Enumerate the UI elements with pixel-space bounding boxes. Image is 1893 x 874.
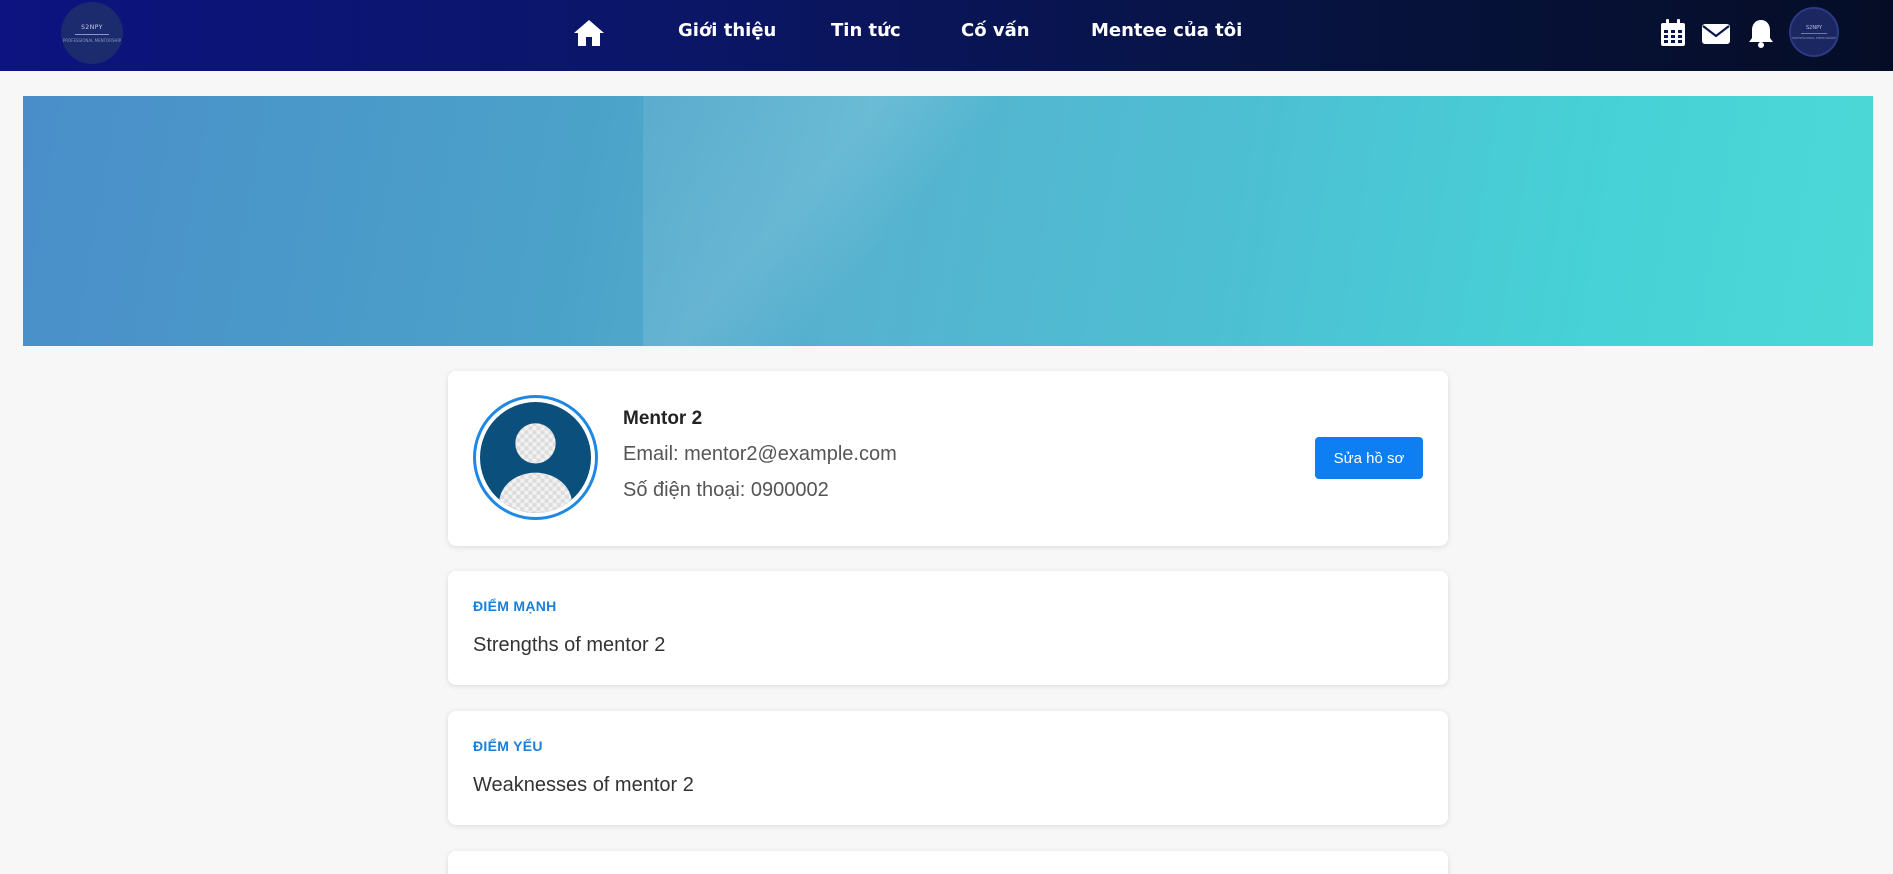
home-icon[interactable]: [572, 18, 606, 48]
weaknesses-text: Weaknesses of mentor 2: [473, 774, 694, 796]
profile-email: Email: mentor2@example.com: [623, 443, 897, 465]
next-section-card: [448, 851, 1448, 874]
mail-icon[interactable]: [1700, 17, 1732, 49]
bell-icon[interactable]: [1745, 17, 1777, 49]
weaknesses-card: ĐIỂM YẾU Weaknesses of mentor 2: [448, 711, 1448, 825]
top-navbar: S2NPY PROFESSIONAL MENTORSHIP Giới thiệu…: [0, 0, 1893, 71]
strengths-text: Strengths of mentor 2: [473, 634, 666, 656]
strengths-title: ĐIỂM MẠNH: [473, 598, 557, 614]
avatar-divider: [1801, 32, 1827, 34]
avatar-subtext: PROFESSIONAL MENTORSHIP: [1792, 35, 1836, 40]
weaknesses-title: ĐIỂM YẾU: [473, 738, 543, 754]
logo-subtext: PROFESSIONAL MENTORSHIP: [62, 37, 122, 43]
edit-profile-button[interactable]: Sửa hồ sơ: [1315, 437, 1423, 479]
strengths-card: ĐIỂM MẠNH Strengths of mentor 2: [448, 571, 1448, 685]
nav-link-gioi-thieu[interactable]: Giới thiệu: [678, 20, 776, 48]
calendar-icon[interactable]: [1657, 17, 1689, 49]
nav-link-co-van[interactable]: Cố vấn: [961, 20, 1030, 48]
profile-phone: Số điện thoại: 0900002: [623, 479, 829, 501]
user-avatar[interactable]: S2NPY PROFESSIONAL MENTORSHIP: [1789, 7, 1839, 57]
logo-text: S2NPY: [81, 23, 103, 31]
profile-avatar: [473, 395, 598, 520]
profile-card: Mentor 2 Email: mentor2@example.com Số đ…: [448, 371, 1448, 546]
cover-banner: [23, 96, 1873, 346]
nav-link-mentee[interactable]: Mentee của tôi: [1091, 20, 1242, 48]
nav-link-tin-tuc[interactable]: Tin tức: [831, 20, 901, 48]
default-user-icon: [480, 402, 591, 513]
brand-logo[interactable]: S2NPY PROFESSIONAL MENTORSHIP: [61, 2, 123, 64]
profile-name: Mentor 2: [623, 408, 703, 429]
logo-divider: [75, 33, 109, 35]
avatar-text: S2NPY: [1805, 24, 1823, 31]
